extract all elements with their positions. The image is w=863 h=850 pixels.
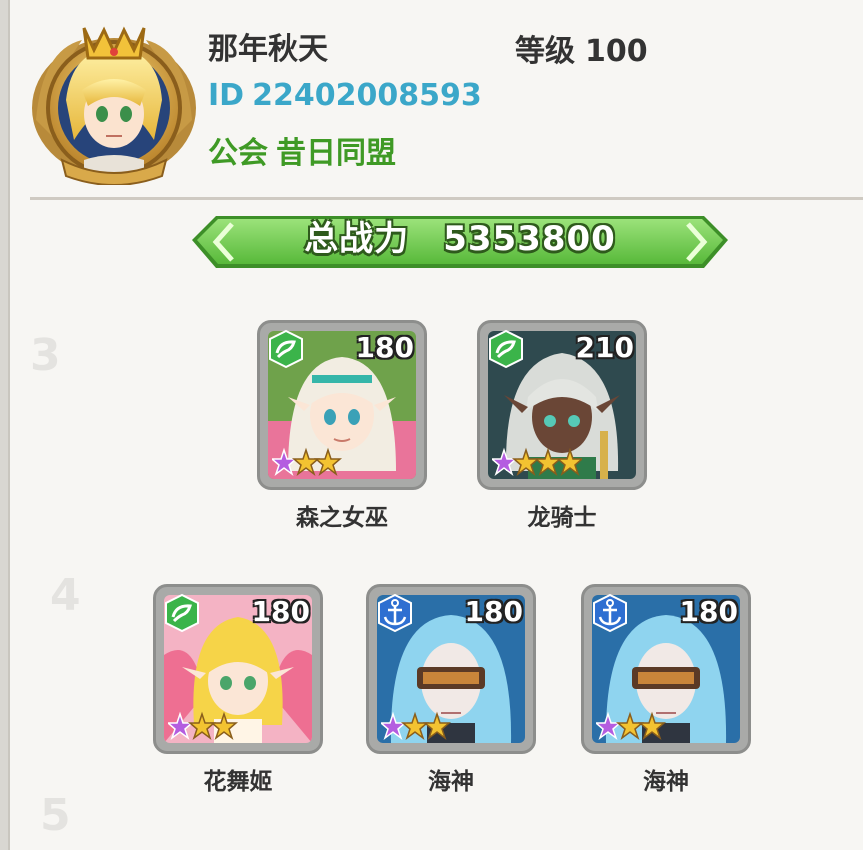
forest-icon	[162, 593, 202, 633]
hero-name: 海神	[643, 769, 689, 795]
star-rating	[593, 711, 686, 747]
hero-name: 花舞姬	[203, 769, 273, 795]
player-id: ID 22402008593	[208, 78, 482, 113]
hero-level: 180	[464, 595, 523, 628]
hero-name: 龙骑士	[527, 505, 597, 531]
hero-level: 180	[355, 331, 414, 364]
total-power-banner: 总战力 5353800	[192, 212, 728, 274]
total-power-text: 总战力 5353800	[192, 212, 728, 266]
star-rating	[165, 711, 258, 747]
id-value: 22402008593	[252, 78, 482, 113]
header-divider	[30, 197, 863, 200]
hero-card[interactable]: 180	[257, 320, 427, 490]
hero-card[interactable]: 180	[366, 584, 536, 754]
guild-value: 昔日同盟	[276, 136, 396, 171]
id-label: ID	[208, 78, 245, 113]
hero-name: 森之女巫	[296, 505, 388, 531]
player-guild[interactable]: 公会 昔日同盟	[208, 128, 396, 172]
guild-label: 公会	[208, 136, 268, 171]
hero-level: 210	[575, 331, 634, 364]
hero-name: 海神	[428, 769, 474, 795]
player-level: 等级 100	[515, 26, 648, 70]
background-rank-ghost: 3	[30, 330, 61, 381]
level-value: 100	[585, 34, 648, 69]
forest-icon	[266, 329, 306, 369]
star-rating	[378, 711, 471, 747]
hero-card[interactable]: 180	[581, 584, 751, 754]
player-avatar[interactable]	[22, 10, 202, 186]
hero-level: 180	[679, 595, 738, 628]
player-profile-panel: 3 4 5 那年秋天 等级 100 ID 22402008593 公会 昔日同盟…	[8, 0, 863, 850]
power-value: 5353800	[443, 219, 616, 259]
hero-card[interactable]: 180	[153, 584, 323, 754]
star-rating	[489, 447, 585, 483]
power-label: 总战力	[304, 219, 410, 259]
level-label: 等级	[515, 34, 575, 69]
background-rank-ghost: 5	[40, 790, 71, 841]
forest-icon	[486, 329, 526, 369]
background-rank-ghost: 4	[50, 570, 81, 621]
hero-card[interactable]: 210	[477, 320, 647, 490]
anchor-icon	[375, 593, 415, 633]
hero-level: 180	[251, 595, 310, 628]
anchor-icon	[590, 593, 630, 633]
star-rating	[269, 447, 362, 483]
player-name: 那年秋天	[208, 32, 328, 67]
